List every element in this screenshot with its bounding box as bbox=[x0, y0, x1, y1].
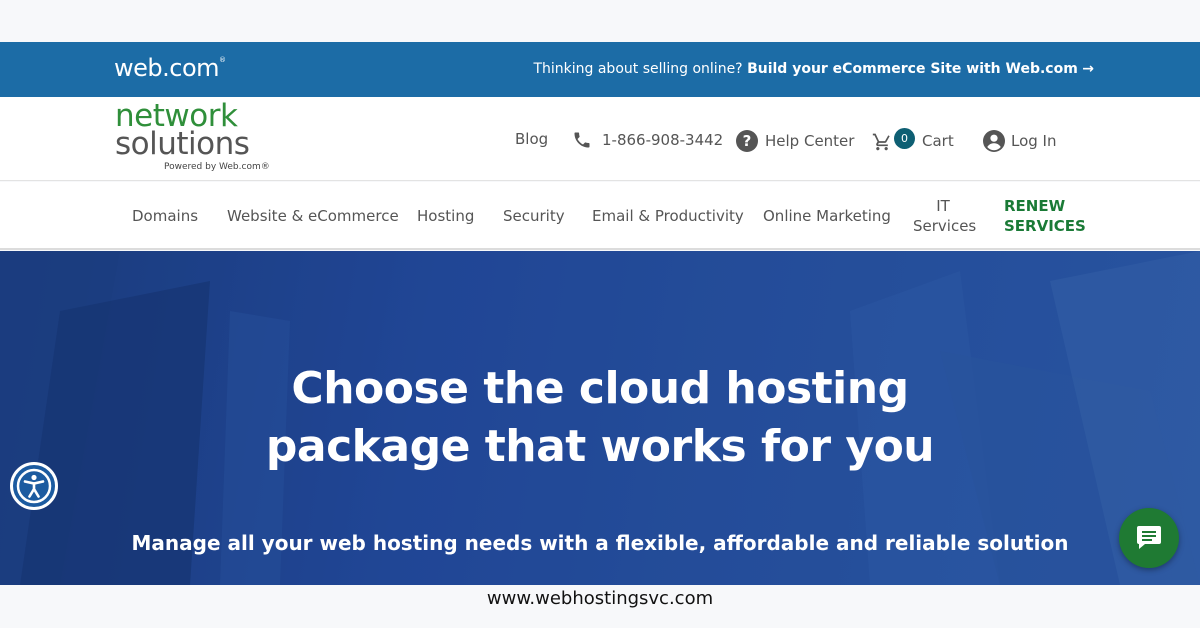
webcom-logo[interactable]: web.com® bbox=[114, 54, 226, 82]
nav-item-online-marketing[interactable]: Online Marketing bbox=[763, 207, 891, 225]
nav-item-website-ecommerce[interactable]: Website & eCommerce bbox=[227, 207, 399, 225]
webcom-logo-mark: ® bbox=[219, 56, 226, 64]
promo-link[interactable]: Thinking about selling online? Build you… bbox=[533, 61, 1094, 77]
cart-link[interactable]: 0 Cart bbox=[872, 128, 954, 152]
help-center-link[interactable]: ? Help Center bbox=[736, 130, 854, 152]
phone-icon bbox=[572, 130, 594, 150]
cart-count-badge: 0 bbox=[894, 128, 915, 149]
nav-renew-line1: RENEW bbox=[1004, 197, 1066, 215]
cart-label: Cart bbox=[922, 131, 954, 150]
hero-subtitle: Manage all your web hosting needs with a… bbox=[131, 531, 1069, 555]
nav-item-renew-services[interactable]: RENEW SERVICES bbox=[1004, 196, 1086, 236]
blog-link[interactable]: Blog bbox=[515, 130, 548, 148]
network-solutions-logo[interactable]: network solutions Powered by Web.com® bbox=[115, 98, 285, 176]
top-strip bbox=[0, 0, 1200, 42]
watermark-url: www.webhostingsvc.com bbox=[486, 588, 714, 609]
help-center-label: Help Center bbox=[765, 132, 855, 150]
accessibility-icon bbox=[16, 468, 52, 504]
phone-link[interactable]: 1-866-908-3442 bbox=[572, 130, 723, 150]
blog-label: Blog bbox=[515, 130, 549, 148]
hero-title: Choose the cloud hosting package that wo… bbox=[200, 360, 1000, 476]
login-link[interactable]: Log In bbox=[983, 130, 1057, 152]
nav-item-security[interactable]: Security bbox=[503, 207, 565, 225]
phone-number: 1-866-908-3442 bbox=[602, 131, 724, 149]
nav-item-it-services[interactable]: IT Services bbox=[913, 196, 977, 236]
logo-powered-by: Powered by Web.com® bbox=[164, 162, 270, 172]
nav-it-line1: IT bbox=[936, 197, 950, 215]
accessibility-button[interactable] bbox=[10, 462, 58, 510]
promo-message: Thinking about selling online? bbox=[533, 61, 748, 77]
user-icon bbox=[983, 130, 1005, 152]
help-icon: ? bbox=[736, 130, 758, 152]
webcom-logo-text: web.com bbox=[114, 54, 220, 82]
nav-it-line2: Services bbox=[913, 217, 977, 235]
login-label: Log In bbox=[1011, 132, 1057, 150]
svg-text:?: ? bbox=[743, 132, 752, 150]
nav-item-email-productivity[interactable]: Email & Productivity bbox=[592, 207, 744, 225]
chat-button[interactable] bbox=[1119, 508, 1179, 568]
nav-renew-line2: SERVICES bbox=[1004, 217, 1086, 235]
nav-item-hosting[interactable]: Hosting bbox=[417, 207, 474, 225]
promo-link-text: Build your eCommerce Site with Web.com bbox=[747, 61, 1078, 77]
cart-icon bbox=[872, 132, 892, 152]
chat-icon bbox=[1137, 526, 1161, 549]
arrow-right-icon: → bbox=[1082, 61, 1094, 77]
nav-item-domains[interactable]: Domains bbox=[132, 207, 198, 225]
hero-title-line2: package that works for you bbox=[265, 421, 935, 472]
logo-line-solutions: solutions bbox=[115, 126, 250, 162]
hero-title-line1: Choose the cloud hosting bbox=[291, 363, 909, 414]
